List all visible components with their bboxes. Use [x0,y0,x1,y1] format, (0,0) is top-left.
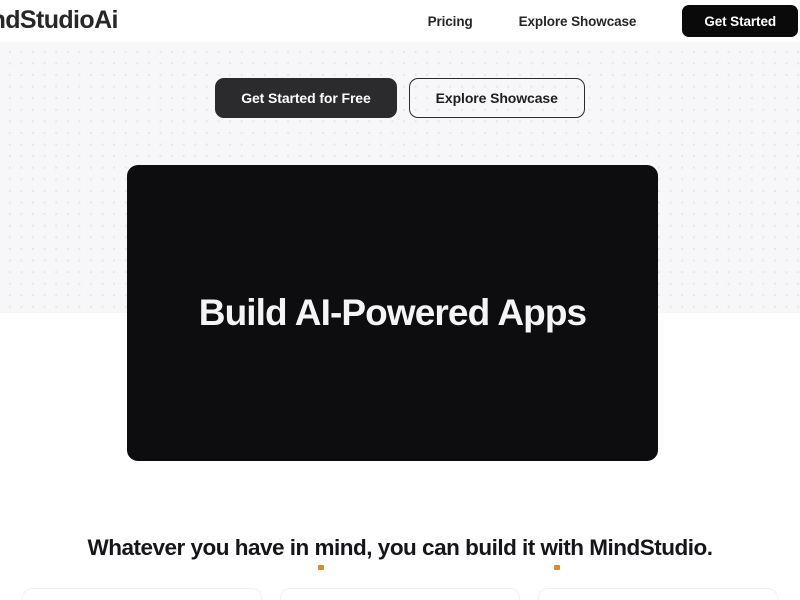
feature-card-row [22,588,778,600]
site-header: MindStudioAi Pricing Explore Showcase Ge… [0,0,800,42]
primary-navigation: Pricing Explore Showcase Get Started [428,0,798,42]
feature-card-3[interactable] [538,588,778,600]
nav-link-explore-showcase[interactable]: Explore Showcase [519,14,637,29]
hero-cta-group: Get Started for Free Explore Showcase [0,78,800,118]
showcase-headline: Build AI-Powered Apps [198,292,587,333]
showcase-video-card[interactable]: Build AI-Powered Apps [127,165,658,461]
feature-card-1[interactable] [22,588,262,600]
accent-marker-icon-2 [554,565,560,570]
nav-link-pricing[interactable]: Pricing [428,14,473,29]
section-heading: Whatever you have in mind, you can build… [87,535,713,560]
get-started-button[interactable]: Get Started [682,5,798,37]
brand-logo[interactable]: MindStudioAi [0,6,118,35]
feature-card-2[interactable] [280,588,520,600]
explore-showcase-button[interactable]: Explore Showcase [408,78,585,118]
get-started-for-free-button[interactable]: Get Started for Free [215,78,397,118]
accent-marker-icon-1 [318,565,324,570]
